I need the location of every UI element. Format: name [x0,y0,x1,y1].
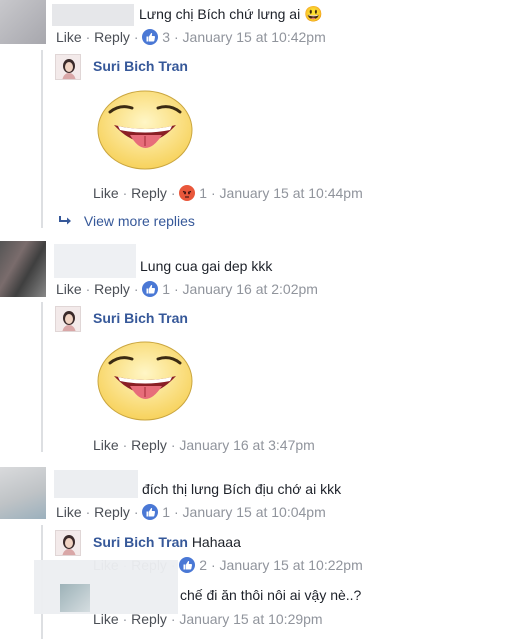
view-more-label[interactable]: View more replies [84,213,195,229]
timestamp[interactable]: January 16 at 3:47pm [179,437,314,453]
reply-link[interactable]: Reply [131,185,167,201]
reply-thread-line [41,50,43,228]
smile-emoji-icon: 😃 [304,6,323,23]
timestamp[interactable]: January 15 at 10:04pm [183,504,326,520]
commenter-name-1[interactable] [52,4,134,26]
comment-text: Lung cua gai dep kkk [140,258,273,274]
commenter-avatar-1[interactable] [0,0,46,44]
commenter-name-3[interactable] [54,470,138,498]
author-avatar[interactable] [55,306,81,332]
angry-reaction-icon[interactable] [179,185,196,201]
like-link[interactable]: Like [93,185,119,201]
commenter-name-2[interactable] [54,244,136,278]
like-reaction-icon[interactable] [142,281,159,297]
reaction-count[interactable]: 1 [162,281,170,297]
timestamp[interactable]: January 15 at 10:29pm [179,611,322,627]
author-name[interactable]: Suri Bich Tran [93,310,188,326]
like-link[interactable]: Like [56,504,82,520]
reaction-count[interactable]: 1 [199,185,207,201]
reply-link[interactable]: Reply [94,29,130,45]
timestamp[interactable]: January 15 at 10:42pm [183,29,326,45]
like-reaction-icon[interactable] [142,504,159,520]
timestamp[interactable]: January 16 at 2:02pm [183,281,318,297]
reaction-count[interactable]: 1 [162,504,170,520]
timestamp[interactable]: January 15 at 10:44pm [220,185,363,201]
commenter-avatar-4[interactable] [60,584,90,612]
reply-arrow-icon [58,214,74,226]
tongue-face-sticker [96,89,194,171]
like-link[interactable]: Like [93,611,119,627]
reply-thread-line [41,302,43,452]
reply-link[interactable]: Reply [131,437,167,453]
reply-text: Hahaaa [191,534,241,550]
commenter-avatar-2[interactable] [0,241,46,297]
comment-text: Lưng chị Bích chứ lưng ai [139,6,301,22]
like-link[interactable]: Like [56,281,82,297]
reply-text: chế đi ăn thôi nôi ai vậy nè..? [180,587,362,603]
like-link[interactable]: Like [56,29,82,45]
tongue-face-sticker [96,340,194,422]
like-link[interactable]: Like [93,437,119,453]
reply-link[interactable]: Reply [94,281,130,297]
author-name[interactable]: Suri Bich Tran [93,58,188,74]
reply-link[interactable]: Reply [131,611,167,627]
author-avatar[interactable] [55,530,81,556]
comment-text: đích thị lưng Bích địu chớ ai kkk [142,481,342,497]
reaction-count[interactable]: 3 [162,29,170,45]
timestamp[interactable]: January 15 at 10:22pm [220,557,363,573]
reaction-count[interactable]: 2 [199,557,207,573]
like-reaction-icon[interactable] [142,29,159,45]
like-reaction-icon[interactable] [179,557,196,573]
reply-link[interactable]: Reply [94,504,130,520]
commenter-avatar-3[interactable] [0,467,46,519]
blurred-reply-author[interactable] [34,560,178,614]
author-name[interactable]: Suri Bich Tran [93,534,188,550]
view-more-replies[interactable]: View more replies [58,213,195,229]
author-avatar[interactable] [55,54,81,80]
